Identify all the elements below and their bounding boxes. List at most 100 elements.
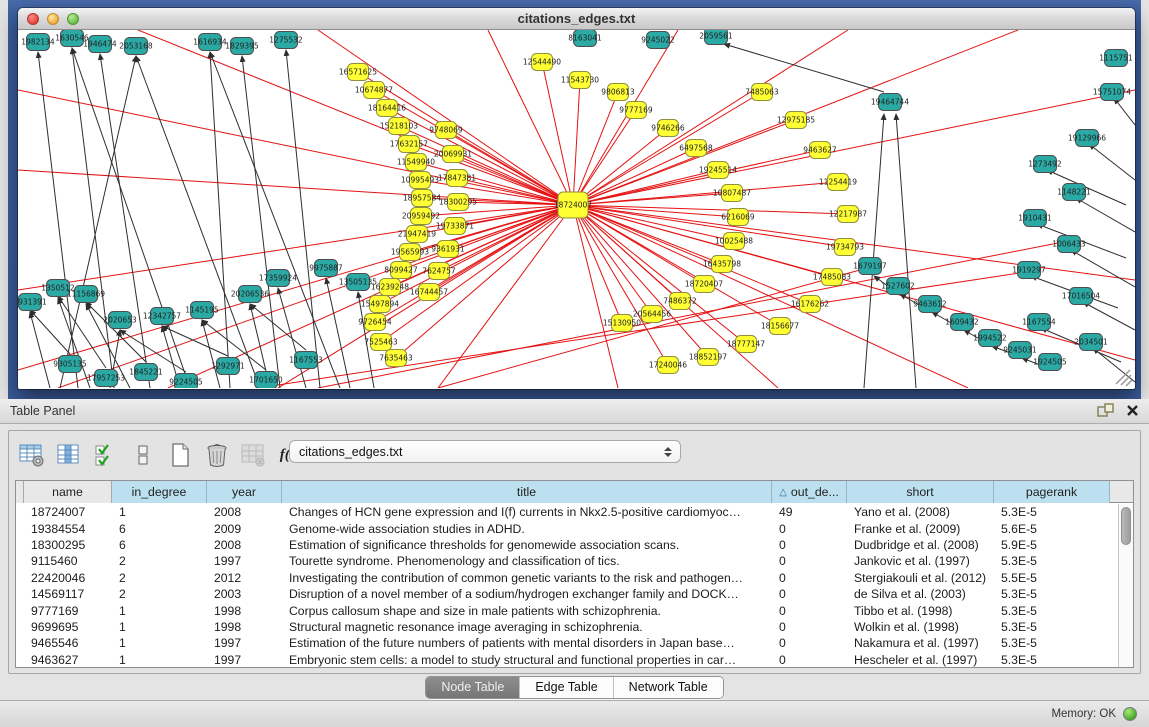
cell-short[interactable]: Wolkin et al. (1998): [847, 620, 994, 634]
paper-node[interactable]: 1845221: [129, 364, 163, 381]
cell-title[interactable]: Disruption of a novel member of a sodium…: [282, 587, 772, 601]
scrollbar-thumb[interactable]: [1121, 507, 1131, 545]
paper-node[interactable]: 20206536: [231, 286, 269, 303]
paper-node[interactable]: 1527602: [881, 278, 915, 295]
paper-node[interactable]: 8163041: [568, 30, 602, 47]
table-row[interactable]: 969969511998Structural magnetic resonanc…: [16, 619, 1118, 635]
cell-title[interactable]: Embryonic stem cells: a model to study s…: [282, 653, 772, 667]
paper-node-cited[interactable]: 7525463: [364, 334, 398, 351]
paper-node[interactable]: 1924505: [1033, 354, 1067, 371]
cell-year[interactable]: 2012: [207, 571, 282, 585]
paper-node-cited[interactable]: 12217987: [829, 206, 867, 223]
column-header-title[interactable]: title: [282, 481, 772, 503]
paper-node[interactable]: 9224505: [169, 374, 203, 389]
cell-name[interactable]: 19384554: [24, 522, 112, 536]
cell-short[interactable]: Yano et al. (2008): [847, 505, 994, 519]
cell-out_de...[interactable]: 0: [772, 653, 847, 667]
show-columns-icon[interactable]: [54, 441, 84, 469]
tab-edge-table[interactable]: Edge Table: [520, 677, 613, 698]
paper-node[interactable]: 1275532: [269, 32, 303, 49]
paper-node[interactable]: 1994522: [973, 330, 1007, 347]
cell-short[interactable]: Jankovic et al. (1997): [847, 554, 994, 568]
close-window-icon[interactable]: [27, 13, 39, 25]
cell-name[interactable]: 22420046: [24, 571, 112, 585]
table-row[interactable]: 1938455462009Genome-wide association stu…: [16, 520, 1118, 536]
cell-out_de...[interactable]: 0: [772, 571, 847, 585]
cell-out_de...[interactable]: 0: [772, 522, 847, 536]
paper-node-cited[interactable]: 11543730: [561, 72, 599, 89]
paper-node[interactable]: 1148221: [1057, 184, 1091, 201]
table-row[interactable]: 946554611997Estimation of the future num…: [16, 635, 1118, 651]
close-panel-icon[interactable]: [1126, 404, 1139, 417]
paper-node-cited[interactable]: 16435798: [703, 256, 741, 273]
paper-node[interactable]: 17957253: [87, 370, 125, 387]
network-window-titlebar[interactable]: citations_edges.txt: [18, 8, 1135, 30]
cell-title[interactable]: Estimation of the future numbers of pati…: [282, 636, 772, 650]
cell-out_de...[interactable]: 0: [772, 538, 847, 552]
paper-node[interactable]: 2059561: [699, 30, 733, 45]
cell-out_de...[interactable]: 0: [772, 604, 847, 618]
cell-out_de...[interactable]: 0: [772, 587, 847, 601]
paper-node-cited[interactable]: 11549940: [397, 154, 435, 171]
cell-name[interactable]: 9463627: [24, 653, 112, 667]
cell-in_degree[interactable]: 6: [112, 522, 207, 536]
hub-paper-node[interactable]: 18724007: [554, 192, 592, 218]
cell-pagerank[interactable]: 5.3E-5: [994, 620, 1110, 634]
cell-in_degree[interactable]: 1: [112, 620, 207, 634]
cell-name[interactable]: 9699695: [24, 620, 112, 634]
column-header-pagerank[interactable]: pagerank: [994, 481, 1110, 503]
delete-table-icon[interactable]: [202, 441, 232, 469]
table-row[interactable]: 2242004622012Investigating the contribut…: [16, 570, 1118, 586]
cell-name[interactable]: 9465546: [24, 636, 112, 650]
cell-in_degree[interactable]: 2: [112, 554, 207, 568]
column-header-in_degree[interactable]: in_degree: [112, 481, 207, 503]
paper-node[interactable]: 12342757: [143, 308, 181, 325]
cell-pagerank[interactable]: 5.6E-5: [994, 522, 1110, 536]
zoom-window-icon[interactable]: [67, 13, 79, 25]
column-header-name[interactable]: name: [24, 481, 112, 503]
cell-pagerank[interactable]: 5.3E-5: [994, 604, 1110, 618]
paper-node-cited[interactable]: 9806813: [601, 84, 635, 101]
cell-name[interactable]: 9777169: [24, 604, 112, 618]
paper-node[interactable]: 9975887: [309, 260, 343, 277]
cell-year[interactable]: 2008: [207, 538, 282, 552]
cell-title[interactable]: Investigating the contribution of common…: [282, 571, 772, 585]
cell-out_de...[interactable]: 49: [772, 505, 847, 519]
paper-node[interactable]: 9245031: [1003, 342, 1037, 359]
cell-out_de...[interactable]: 0: [772, 620, 847, 634]
cell-year[interactable]: 1997: [207, 554, 282, 568]
paper-node[interactable]: 1006433: [1052, 236, 1086, 253]
paper-node-cited[interactable]: 10995493: [401, 172, 439, 189]
table-row[interactable]: 1872400712008Changes of HCN gene express…: [16, 504, 1118, 520]
paper-node[interactable]: 1910431: [1018, 210, 1052, 227]
paper-node-cited[interactable]: 18852197: [689, 349, 727, 366]
paper-node-cited[interactable]: 16571625: [339, 64, 377, 81]
paper-node-cited[interactable]: 10674877: [355, 82, 393, 99]
new-table-icon[interactable]: [165, 441, 195, 469]
cell-name[interactable]: 9115460: [24, 554, 112, 568]
paper-node-cited[interactable]: 18957584: [403, 190, 441, 207]
cell-year[interactable]: 2003: [207, 587, 282, 601]
paper-node[interactable]: 1982134: [21, 34, 55, 51]
paper-node[interactable]: 1292971: [211, 358, 245, 375]
cell-title[interactable]: Estimation of significance thresholds fo…: [282, 538, 772, 552]
cell-name[interactable]: 14569117: [24, 587, 112, 601]
paper-node[interactable]: 1273492: [1028, 156, 1062, 173]
paper-node[interactable]: 2020653: [103, 312, 137, 329]
cell-year[interactable]: 1997: [207, 653, 282, 667]
row-options-icon[interactable]: [128, 441, 158, 469]
paper-node[interactable]: 1616934: [193, 34, 227, 51]
paper-node[interactable]: 2034501: [1074, 334, 1108, 351]
paper-node-cited[interactable]: 18156677: [761, 318, 799, 335]
cell-year[interactable]: 2008: [207, 505, 282, 519]
paper-node-cited[interactable]: 20959492: [402, 208, 440, 225]
cell-year[interactable]: 1998: [207, 604, 282, 618]
cell-short[interactable]: Hescheler et al. (1997): [847, 653, 994, 667]
paper-node-cited[interactable]: 9777169: [619, 102, 653, 119]
cell-title[interactable]: Corpus callosum shape and size in male p…: [282, 604, 772, 618]
cell-out_de...[interactable]: 0: [772, 636, 847, 650]
cell-name[interactable]: 18300295: [24, 538, 112, 552]
vertical-scrollbar[interactable]: [1118, 504, 1133, 667]
table-row[interactable]: 946362711997Embryonic stem cells: a mode…: [16, 652, 1118, 668]
cell-pagerank[interactable]: 5.5E-5: [994, 571, 1110, 585]
